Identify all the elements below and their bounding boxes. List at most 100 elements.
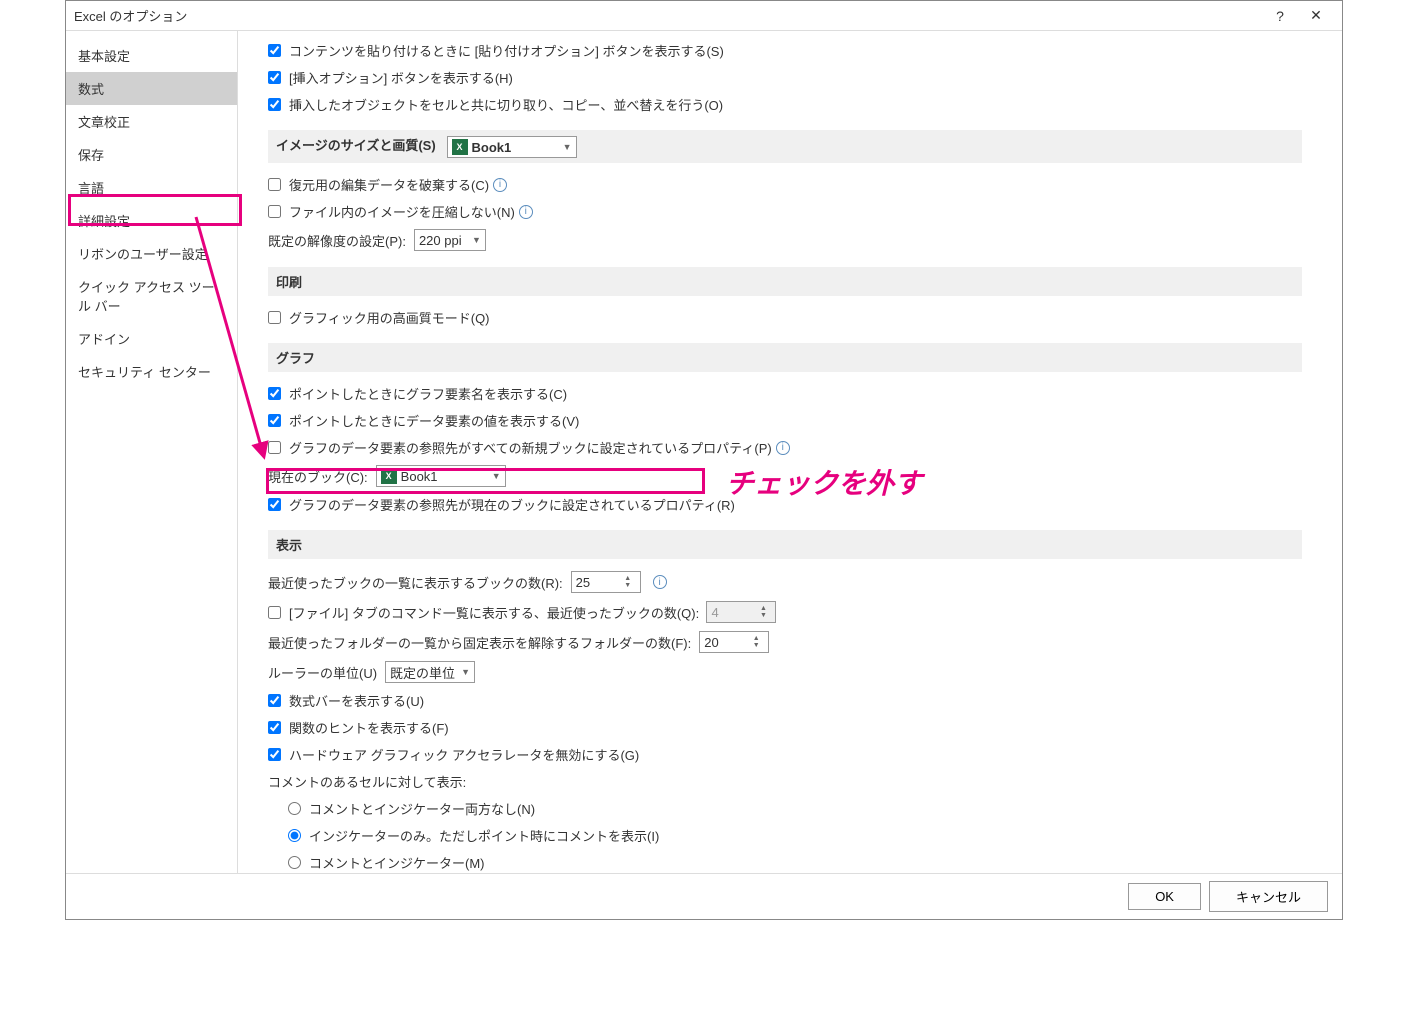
check-paste-option[interactable]: コンテンツを貼り付けるときに [貼り付けオプション] ボタンを表示する(S) xyxy=(268,37,1302,64)
title-text: Excel のオプション xyxy=(74,6,187,25)
checkbox-disable-hw[interactable] xyxy=(268,748,281,761)
checkbox-hq-graphic[interactable] xyxy=(268,311,281,324)
check-file-tab[interactable]: [ファイル] タブのコマンド一覧に表示する、最近使ったブックの数(Q): 4 ▲… xyxy=(268,597,1302,627)
label-recent-folders: 最近使ったフォルダーの一覧から固定表示を解除するフォルダーの数(F): xyxy=(268,633,691,652)
label-radio-both: コメントとインジケーター(M) xyxy=(309,853,485,872)
info-icon[interactable]: i xyxy=(776,441,790,455)
label-radio-indicator: インジケーターのみ。ただしポイント時にコメントを表示(I) xyxy=(309,826,659,845)
checkbox-file-tab[interactable] xyxy=(268,606,281,619)
label-file-tab: [ファイル] タブのコマンド一覧に表示する、最近使ったブックの数(Q): xyxy=(289,603,699,622)
label-recent-books: 最近使ったブックの一覧に表示するブックの数(R): xyxy=(268,573,563,592)
spinner-arrows-icon[interactable]: ▲▼ xyxy=(620,575,636,589)
spinner-arrows-icon[interactable]: ▲▼ xyxy=(748,635,764,649)
content-pane: コンテンツを貼り付けるときに [貼り付けオプション] ボタンを表示する(S) [… xyxy=(238,31,1342,873)
sidebar-item-advanced[interactable]: 詳細設定 xyxy=(66,204,237,237)
sidebar-item-quickaccess[interactable]: クイック アクセス ツール バー xyxy=(66,270,237,322)
spinner-recent-folders[interactable]: 20 ▲▼ xyxy=(699,631,769,653)
sidebar-item-save[interactable]: 保存 xyxy=(66,138,237,171)
label-hq-graphic: グラフィック用の高画質モード(Q) xyxy=(289,308,490,327)
chevron-down-icon: ▼ xyxy=(461,667,470,677)
checkbox-formula-bar[interactable] xyxy=(268,694,281,707)
checkbox-current-book-prop[interactable] xyxy=(268,498,281,511)
check-discard-edit[interactable]: 復元用の編集データを破棄する(C) i xyxy=(268,171,1302,198)
spinner-recent-books[interactable]: 25 ▲▼ xyxy=(571,571,641,593)
check-no-compress[interactable]: ファイル内のイメージを圧縮しない(N) i xyxy=(268,198,1302,225)
label-cut-object: 挿入したオブジェクトをセルと共に切り取り、コピー、並べ替えを行う(O) xyxy=(289,95,723,114)
excel-icon: X xyxy=(452,139,468,155)
sidebar-item-formulas[interactable]: 数式 xyxy=(66,72,237,105)
spinner-arrows-icon: ▲▼ xyxy=(755,605,771,619)
checkbox-no-compress[interactable] xyxy=(268,205,281,218)
label-default-resolution: 既定の解像度の設定(P): xyxy=(268,231,406,250)
combo-ruler-value: 既定の単位 xyxy=(390,663,455,682)
sidebar-item-general[interactable]: 基本設定 xyxy=(66,39,237,72)
cancel-button[interactable]: キャンセル xyxy=(1209,881,1328,912)
dialog-window: Excel のオプション ? ✕ 基本設定 数式 文章校正 保存 言語 詳細設定… xyxy=(65,0,1343,920)
row-comment-header: コメントのあるセルに対して表示: xyxy=(268,768,1302,795)
check-hover-element[interactable]: ポイントしたときにグラフ要素名を表示する(C) xyxy=(268,380,1302,407)
radio-indicator-input[interactable] xyxy=(288,829,301,842)
label-hover-value: ポイントしたときにデータ要素の値を表示する(V) xyxy=(289,411,579,430)
checkbox-insert-option[interactable] xyxy=(268,71,281,84)
label-all-new-book: グラフのデータ要素の参照先がすべての新規ブックに設定されているプロパティ(P) xyxy=(289,438,772,457)
label-disable-hw: ハードウェア グラフィック アクセラレータを無効にする(G) xyxy=(289,745,639,764)
label-function-tips: 関数のヒントを表示する(F) xyxy=(289,718,449,737)
sidebar-item-addins[interactable]: アドイン xyxy=(66,322,237,355)
check-all-new-book[interactable]: グラフのデータ要素の参照先がすべての新規ブックに設定されているプロパティ(P) … xyxy=(268,434,1302,461)
spinner-file-tab-value: 4 xyxy=(711,605,755,620)
excel-icon: X xyxy=(381,468,397,484)
check-hover-value[interactable]: ポイントしたときにデータ要素の値を表示する(V) xyxy=(268,407,1302,434)
radio-indicator[interactable]: インジケーターのみ。ただしポイント時にコメントを表示(I) xyxy=(268,822,1302,849)
combo-ruler[interactable]: 既定の単位 ▼ xyxy=(385,661,475,683)
spinner-recent-folders-value: 20 xyxy=(704,635,748,650)
checkbox-paste-option[interactable] xyxy=(268,44,281,57)
combo-current-book[interactable]: X Book1 ▼ xyxy=(376,465,506,487)
label-hover-element: ポイントしたときにグラフ要素名を表示する(C) xyxy=(289,384,567,403)
sidebar-item-proofing[interactable]: 文章校正 xyxy=(66,105,237,138)
radio-both-input[interactable] xyxy=(288,856,301,869)
close-icon[interactable]: ✕ xyxy=(1298,2,1334,30)
check-disable-hw[interactable]: ハードウェア グラフィック アクセラレータを無効にする(G) xyxy=(268,741,1302,768)
label-formula-bar: 数式バーを表示する(U) xyxy=(289,691,424,710)
checkbox-all-new-book[interactable] xyxy=(268,441,281,454)
checkbox-function-tips[interactable] xyxy=(268,721,281,734)
section-display-title: 表示 xyxy=(268,530,1302,559)
chevron-down-icon: ▼ xyxy=(492,471,501,481)
ok-button[interactable]: OK xyxy=(1128,883,1201,910)
radio-both[interactable]: コメントとインジケーター(M) xyxy=(268,849,1302,873)
info-icon[interactable]: i xyxy=(653,575,667,589)
combo-resolution[interactable]: 220 ppi ▼ xyxy=(414,229,486,251)
checkbox-cut-object[interactable] xyxy=(268,98,281,111)
help-icon[interactable]: ? xyxy=(1262,2,1298,30)
chevron-down-icon: ▼ xyxy=(563,142,572,152)
annotation-text: チェックを外す xyxy=(726,462,922,502)
label-current-book: 現在のブック(C): xyxy=(268,467,368,486)
label-insert-option: [挿入オプション] ボタンを表示する(H) xyxy=(289,68,513,87)
combo-image-workbook[interactable]: X Book1 ▼ xyxy=(447,136,577,158)
check-cut-object[interactable]: 挿入したオブジェクトをセルと共に切り取り、コピー、並べ替えを行う(O) xyxy=(268,91,1302,118)
label-radio-none: コメントとインジケーター両方なし(N) xyxy=(309,799,535,818)
info-icon[interactable]: i xyxy=(519,205,533,219)
row-ruler: ルーラーの単位(U) 既定の単位 ▼ xyxy=(268,657,1302,687)
radio-none[interactable]: コメントとインジケーター両方なし(N) xyxy=(268,795,1302,822)
info-icon[interactable]: i xyxy=(493,178,507,192)
checkbox-discard-edit[interactable] xyxy=(268,178,281,191)
check-function-tips[interactable]: 関数のヒントを表示する(F) xyxy=(268,714,1302,741)
spinner-recent-books-value: 25 xyxy=(576,575,620,590)
checkbox-hover-element[interactable] xyxy=(268,387,281,400)
combo-current-book-value: Book1 xyxy=(401,469,438,484)
sidebar-item-trustcenter[interactable]: セキュリティ センター xyxy=(66,355,237,388)
label-ruler: ルーラーの単位(U) xyxy=(268,663,377,682)
check-insert-option[interactable]: [挿入オプション] ボタンを表示する(H) xyxy=(268,64,1302,91)
radio-none-input[interactable] xyxy=(288,802,301,815)
sidebar-item-ribbon[interactable]: リボンのユーザー設定 xyxy=(66,237,237,270)
section-image-title: イメージのサイズと画質(S) X Book1 ▼ xyxy=(268,130,1302,163)
check-formula-bar[interactable]: 数式バーを表示する(U) xyxy=(268,687,1302,714)
section-print-title: 印刷 xyxy=(268,267,1302,296)
sidebar-item-language[interactable]: 言語 xyxy=(66,171,237,204)
section-chart-title: グラフ xyxy=(268,343,1302,372)
titlebar: Excel のオプション ? ✕ xyxy=(66,1,1342,31)
check-hq-graphic[interactable]: グラフィック用の高画質モード(Q) xyxy=(268,304,1302,331)
footer: OK キャンセル xyxy=(66,873,1342,919)
checkbox-hover-value[interactable] xyxy=(268,414,281,427)
